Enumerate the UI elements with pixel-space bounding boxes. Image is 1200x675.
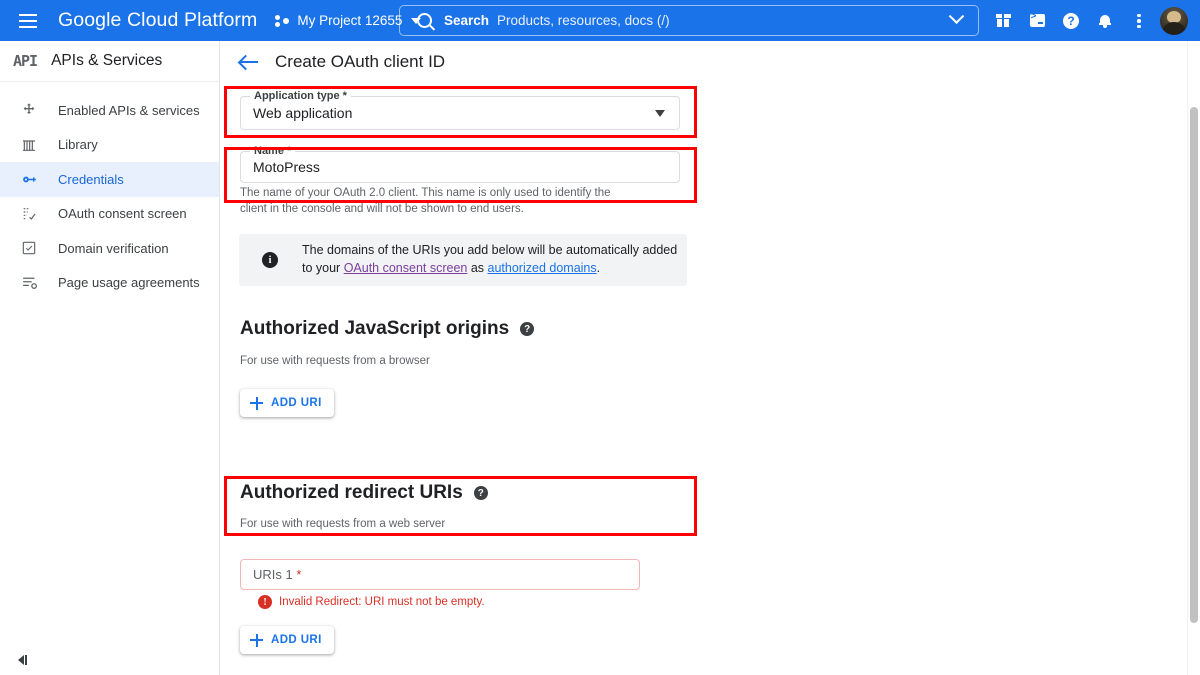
sidebar-item-library[interactable]: Library: [0, 128, 219, 163]
search-bar[interactable]: Search Products, resources, docs (/): [399, 5, 979, 36]
search-icon: [417, 13, 432, 28]
plus-icon: [250, 396, 263, 410]
redirect-uri-input-1[interactable]: URIs 1 *: [240, 559, 640, 590]
plus-icon: [250, 633, 263, 647]
sidebar-menu: Enabled APIs & services Library Credenti…: [0, 82, 219, 300]
vertical-scrollbar[interactable]: [1187, 41, 1200, 675]
name-helper-text: The name of your OAuth 2.0 client. This …: [240, 187, 611, 215]
redirect-uris-subtitle: For use with requests from a web server: [240, 518, 446, 530]
toolbar-icons: ?: [986, 0, 1192, 41]
page-usage-agreements-icon: [19, 274, 39, 291]
help-icon[interactable]: ?: [1054, 0, 1088, 41]
sidebar-item-label: Enabled APIs & services: [58, 102, 200, 118]
redirect-uri-placeholder-text: URIs 1: [253, 567, 293, 582]
gift-icon[interactable]: [986, 0, 1020, 41]
sidebar-item-label: Credentials: [58, 171, 124, 187]
name-field[interactable]: Name * MotoPress: [240, 145, 680, 183]
sidebar-item-credentials[interactable]: Credentials: [0, 162, 219, 197]
library-icon: [19, 137, 39, 153]
application-type-label: Application type *: [250, 90, 351, 102]
left-navigation-sidebar: API APIs & Services Enabled APIs & servi…: [0, 41, 220, 675]
required-asterisk: *: [296, 567, 302, 582]
sidebar-item-label: Page usage agreements: [58, 275, 200, 291]
info-text-part2: as: [467, 261, 488, 275]
help-circle-icon[interactable]: ?: [473, 486, 488, 500]
search-label: Search: [444, 13, 490, 28]
kebab-menu-icon[interactable]: [1122, 0, 1156, 41]
error-icon: !: [258, 595, 272, 609]
redirect-uri-error: ! Invalid Redirect: URI must not be empt…: [258, 595, 485, 609]
redirect-uri-placeholder: URIs 1 *: [253, 567, 301, 582]
chevron-down-icon[interactable]: [948, 8, 965, 25]
cloud-shell-icon[interactable]: [1020, 0, 1054, 41]
sidebar-item-page-usage-agreements[interactable]: Page usage agreements: [0, 266, 219, 301]
sidebar-item-enabled-apis[interactable]: Enabled APIs & services: [0, 93, 219, 128]
scrollbar-thumb[interactable]: [1190, 107, 1198, 623]
sidebar-header: API APIs & Services: [0, 41, 219, 82]
add-uri-label: ADD URI: [271, 397, 322, 409]
project-name: My Project 12655: [297, 13, 403, 28]
hamburger-menu-icon[interactable]: [8, 1, 48, 41]
redirect-uris-section-title: Authorized redirect URIs ?: [240, 482, 488, 504]
project-selector-icon: [275, 14, 291, 28]
sidebar-title: APIs & Services: [51, 52, 163, 69]
info-banner: i The domains of the URIs you add below …: [239, 234, 687, 286]
authorized-domains-link[interactable]: authorized domains: [488, 261, 597, 275]
page-title: Create OAuth client ID: [275, 51, 446, 71]
back-arrow-icon[interactable]: [238, 51, 260, 73]
page-header: Create OAuth client ID: [221, 41, 1200, 82]
application-type-value: Web application: [253, 105, 353, 121]
user-avatar[interactable]: [1160, 6, 1188, 35]
dropdown-caret-icon[interactable]: [655, 110, 665, 117]
sidebar-item-domain-verification[interactable]: Domain verification: [0, 231, 219, 266]
sidebar-item-label: OAuth consent screen: [58, 206, 187, 222]
top-app-bar: Google Cloud Platform My Project 12655 S…: [0, 0, 1200, 41]
name-value: MotoPress: [253, 159, 320, 175]
js-origins-section-title: Authorized JavaScript origins ?: [240, 318, 535, 340]
redirect-uris-title-text: Authorized redirect URIs: [240, 482, 463, 503]
brand-title: Google Cloud Platform: [58, 9, 258, 31]
consent-screen-icon: [19, 206, 39, 222]
search-placeholder: Products, resources, docs (/): [497, 13, 670, 28]
sidebar-item-oauth-consent-screen[interactable]: OAuth consent screen: [0, 197, 219, 232]
collapse-bar-icon: [25, 655, 27, 665]
info-text-part3: .: [596, 261, 601, 275]
redirect-uri-error-message: Invalid Redirect: URI must not be empty.: [279, 596, 485, 608]
domain-verification-icon: [19, 240, 39, 256]
info-banner-text: The domains of the URIs you add below wi…: [302, 242, 687, 278]
enabled-apis-icon: [19, 102, 39, 118]
name-label: Name *: [250, 145, 296, 157]
js-origins-subtitle: For use with requests from a browser: [240, 355, 430, 367]
info-icon: i: [262, 252, 278, 268]
api-logo: API: [13, 52, 38, 70]
add-uri-button-redirect-uris[interactable]: ADD URI: [240, 626, 334, 654]
collapse-navigation-button[interactable]: [18, 655, 27, 665]
application-type-field[interactable]: Application type * Web application: [240, 90, 680, 130]
notifications-bell-icon[interactable]: [1088, 0, 1122, 41]
sidebar-item-label: Library: [58, 137, 98, 153]
js-origins-title-text: Authorized JavaScript origins: [240, 318, 510, 339]
oauth-consent-screen-link[interactable]: OAuth consent screen: [344, 261, 468, 275]
key-icon: [19, 171, 39, 188]
add-uri-label: ADD URI: [271, 634, 322, 646]
collapse-arrow-icon: [18, 655, 24, 665]
help-circle-icon[interactable]: ?: [520, 322, 535, 336]
add-uri-button-js-origins[interactable]: ADD URI: [240, 389, 334, 417]
sidebar-item-label: Domain verification: [58, 240, 169, 256]
